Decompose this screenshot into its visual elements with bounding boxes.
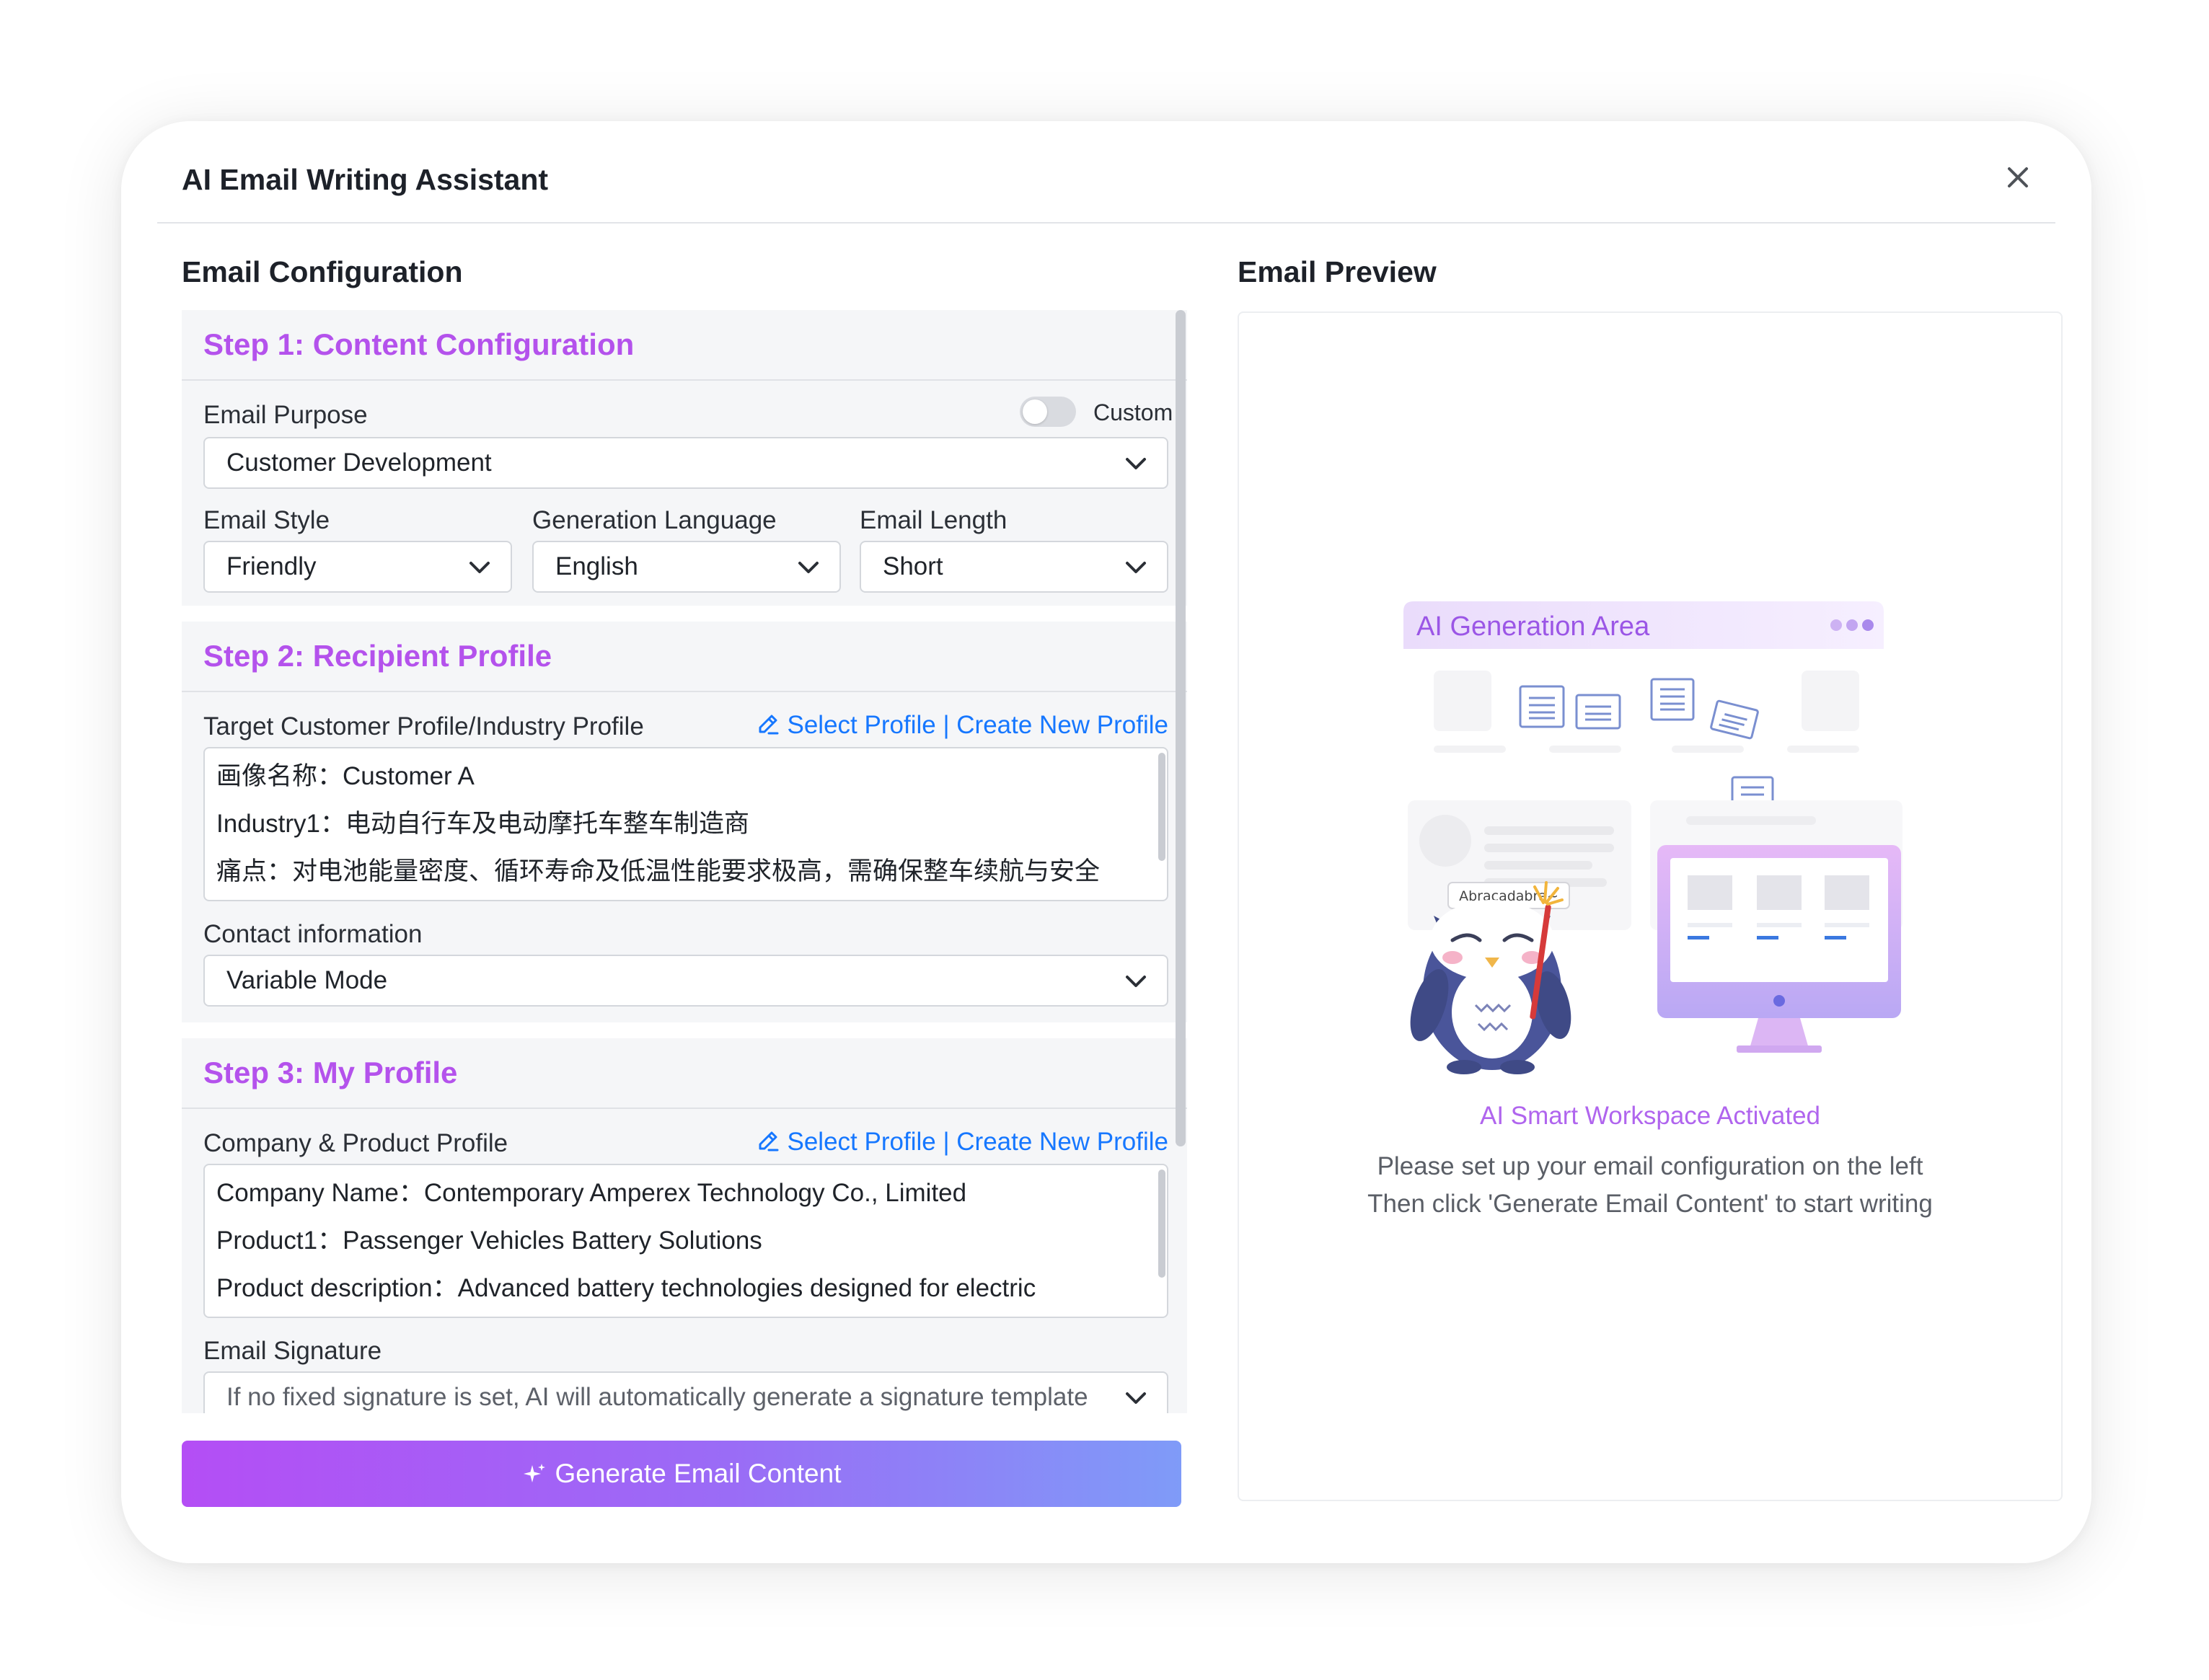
- custom-toggle[interactable]: [1020, 397, 1076, 427]
- step2-title: Step 2: Recipient Profile: [203, 639, 552, 673]
- recipient-profile-links: Select Profile | Create New Profile: [756, 711, 1168, 740]
- preview-section-title: Email Preview: [1238, 255, 1437, 288]
- company-profile-textbox[interactable]: Company Name：Contemporary Amperex Techno…: [203, 1164, 1168, 1318]
- toggle-knob: [1023, 399, 1047, 424]
- ai-generation-area-title: AI Generation Area: [1416, 611, 1650, 642]
- contact-information-label: Contact information: [203, 920, 423, 948]
- modal-header: AI Email Writing Assistant: [157, 121, 2055, 224]
- contact-information-select[interactable]: Variable Mode: [203, 955, 1168, 1007]
- preview-hint-line2: Then click 'Generate Email Content' to s…: [1367, 1190, 1933, 1218]
- chevron-down-icon: [469, 562, 490, 573]
- company-profile-line: Product description：Advanced battery tec…: [216, 1274, 1036, 1302]
- create-my-profile-link[interactable]: Create New Profile: [956, 1128, 1168, 1156]
- company-profile-line: Company Name：Contemporary Amperex Techno…: [216, 1179, 967, 1207]
- recipient-profile-line: Industry1：电动自行车及电动摩托车整车制造商: [216, 810, 749, 838]
- ai-illustration-graphic: Abracadabra~: [1403, 601, 1902, 1074]
- step1-title: Step 1: Content Configuration: [203, 327, 635, 361]
- select-recipient-profile-link[interactable]: Select Profile: [788, 711, 936, 739]
- recipient-profile-line: 画像名称：Customer A: [216, 762, 475, 790]
- generation-language-select[interactable]: English: [532, 541, 841, 593]
- preview-hint-line1: Please set up your email configuration o…: [1377, 1152, 1923, 1180]
- select-my-profile-link[interactable]: Select Profile: [788, 1128, 936, 1156]
- close-icon: [2008, 167, 2028, 187]
- link-separator: |: [935, 711, 957, 739]
- email-style-label: Email Style: [203, 506, 330, 534]
- target-profile-label: Target Customer Profile/Industry Profile: [203, 712, 644, 740]
- email-preview-panel: Abracadabra~ AI Generation Area AI Smart…: [1238, 311, 2063, 1501]
- link-separator: |: [935, 1128, 957, 1156]
- step2-header: Step 2: Recipient Profile: [182, 622, 1187, 692]
- recipient-profile-textbox[interactable]: 画像名称：Customer A Industry1：电动自行车及电动摩托车整车制…: [203, 747, 1168, 901]
- step1-card: Step 1: Content Configuration Email Purp…: [182, 310, 1187, 606]
- chevron-down-icon: [798, 562, 819, 573]
- email-purpose-value: Customer Development: [226, 448, 492, 477]
- step3-title: Step 3: My Profile: [203, 1056, 458, 1089]
- step3-card: Step 3: My Profile Company & Product Pro…: [182, 1038, 1187, 1413]
- company-product-profile-label: Company & Product Profile: [203, 1129, 508, 1157]
- config-section-title: Email Configuration: [182, 255, 463, 288]
- chevron-down-icon: [1126, 1392, 1146, 1404]
- custom-label: Custom: [1093, 399, 1173, 425]
- edit-icon: [759, 715, 778, 735]
- contact-information-value: Variable Mode: [226, 966, 388, 994]
- close-button[interactable]: [2002, 162, 2034, 193]
- chevron-down-icon: [1126, 562, 1146, 573]
- email-signature-value: If no fixed signature is set, AI will au…: [226, 1383, 1088, 1411]
- config-scrollbar-thumb[interactable]: [1176, 310, 1186, 1146]
- config-scrollbar[interactable]: [1176, 310, 1186, 1413]
- sparkle-icon: [523, 1464, 545, 1482]
- email-purpose-label: Email Purpose: [203, 401, 368, 429]
- company-profile-line: Product1：Passenger Vehicles Battery Solu…: [216, 1226, 762, 1255]
- generate-email-content-button[interactable]: Generate Email Content: [182, 1441, 1181, 1507]
- config-panel[interactable]: Step 1: Content Configuration Email Purp…: [182, 310, 1199, 1413]
- recipient-profile-line: 痛点：对电池能量密度、循环寿命及低温性能要求极高，需确保整车续航与安全: [216, 857, 1101, 885]
- email-signature-select[interactable]: If no fixed signature is set, AI will au…: [203, 1371, 1168, 1413]
- textbox-scrollbar[interactable]: [1158, 753, 1165, 861]
- workspace-activated-text: AI Smart Workspace Activated: [1479, 1102, 1821, 1130]
- ai-email-assistant-modal: AI Email Writing Assistant Email Configu…: [121, 121, 2091, 1563]
- email-signature-label: Email Signature: [203, 1337, 382, 1365]
- textbox-scrollbar[interactable]: [1158, 1170, 1165, 1278]
- chevron-down-icon: [1126, 458, 1146, 469]
- generate-button-label: Generate Email Content: [555, 1459, 842, 1488]
- step1-header: Step 1: Content Configuration: [182, 310, 1187, 381]
- generation-language-label: Generation Language: [532, 506, 777, 534]
- chevron-down-icon: [1126, 976, 1146, 987]
- step3-header: Step 3: My Profile: [182, 1038, 1187, 1109]
- step2-card: Step 2: Recipient Profile Target Custome…: [182, 622, 1187, 1022]
- my-profile-links: Select Profile | Create New Profile: [756, 1128, 1168, 1157]
- email-length-select[interactable]: Short: [860, 541, 1168, 593]
- ai-generation-illustration: Abracadabra~ AI Generation Area: [1383, 601, 1931, 1077]
- modal-title: AI Email Writing Assistant: [182, 163, 549, 196]
- edit-icon: [759, 1131, 778, 1151]
- email-purpose-select[interactable]: Customer Development: [203, 437, 1168, 489]
- email-length-label: Email Length: [860, 506, 1008, 534]
- create-recipient-profile-link[interactable]: Create New Profile: [956, 711, 1168, 739]
- email-style-select[interactable]: Friendly: [203, 541, 512, 593]
